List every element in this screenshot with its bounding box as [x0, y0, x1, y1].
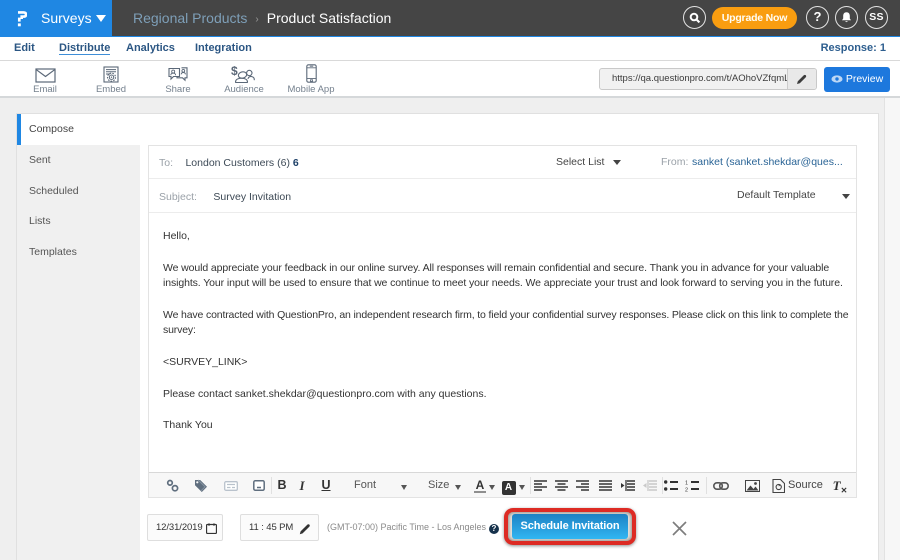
svg-text:$: $ [231, 64, 238, 78]
svg-text:2: 2 [685, 488, 688, 493]
svg-text:1: 1 [685, 481, 688, 487]
